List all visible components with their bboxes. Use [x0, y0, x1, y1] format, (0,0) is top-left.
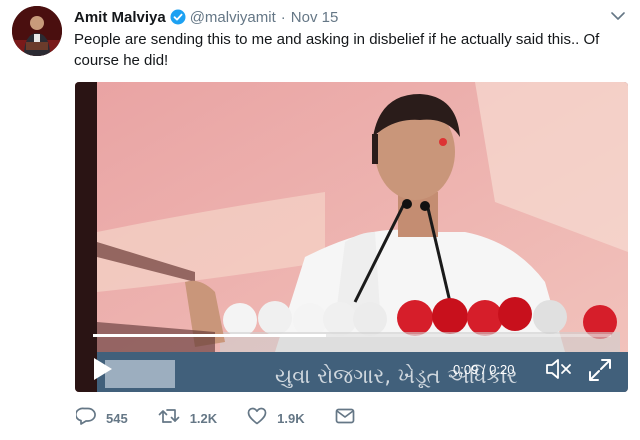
tweet-actions: 545 1.2K 1.9K [74, 405, 385, 431]
reply-icon [74, 407, 96, 430]
retweet-icon [158, 407, 180, 430]
video-time: 0:09 / 0:20 [453, 362, 515, 377]
like-icon [247, 407, 267, 430]
message-icon [335, 408, 355, 429]
video-progress-bar[interactable] [93, 334, 611, 337]
like-count: 1.9K [277, 410, 305, 426]
volume-muted-icon[interactable] [545, 358, 573, 380]
play-icon[interactable] [91, 356, 115, 382]
direct-message-button[interactable] [335, 408, 355, 429]
tweet: Amit Malviya @malviyamit · Nov 15 People… [0, 0, 640, 440]
video-player[interactable]: યુવા રોજગાર, ખેડૂત અધિકાર 0:09 / 0:20 [75, 82, 628, 392]
reply-button[interactable]: 545 [74, 407, 128, 430]
video-progress-fill [93, 334, 327, 337]
retweet-count: 1.2K [189, 410, 218, 426]
retweet-button[interactable]: 1.2K [158, 407, 217, 430]
tweet-header: Amit Malviya @malviyamit · Nov 15 [74, 6, 338, 28]
handle[interactable]: @malviyamit [190, 9, 276, 26]
like-button[interactable]: 1.9K [247, 407, 305, 430]
chevron-down-icon[interactable] [610, 10, 626, 22]
display-name[interactable]: Amit Malviya [74, 9, 166, 26]
avatar[interactable] [12, 6, 62, 56]
reply-count: 545 [106, 410, 128, 426]
video-frame [75, 82, 628, 392]
timestamp-link[interactable]: Nov 15 [291, 9, 339, 26]
verified-badge-icon [170, 9, 186, 25]
separator-dot: · [280, 8, 286, 26]
tweet-text: People are sending this to me and asking… [74, 31, 600, 69]
fullscreen-icon[interactable] [588, 358, 612, 382]
